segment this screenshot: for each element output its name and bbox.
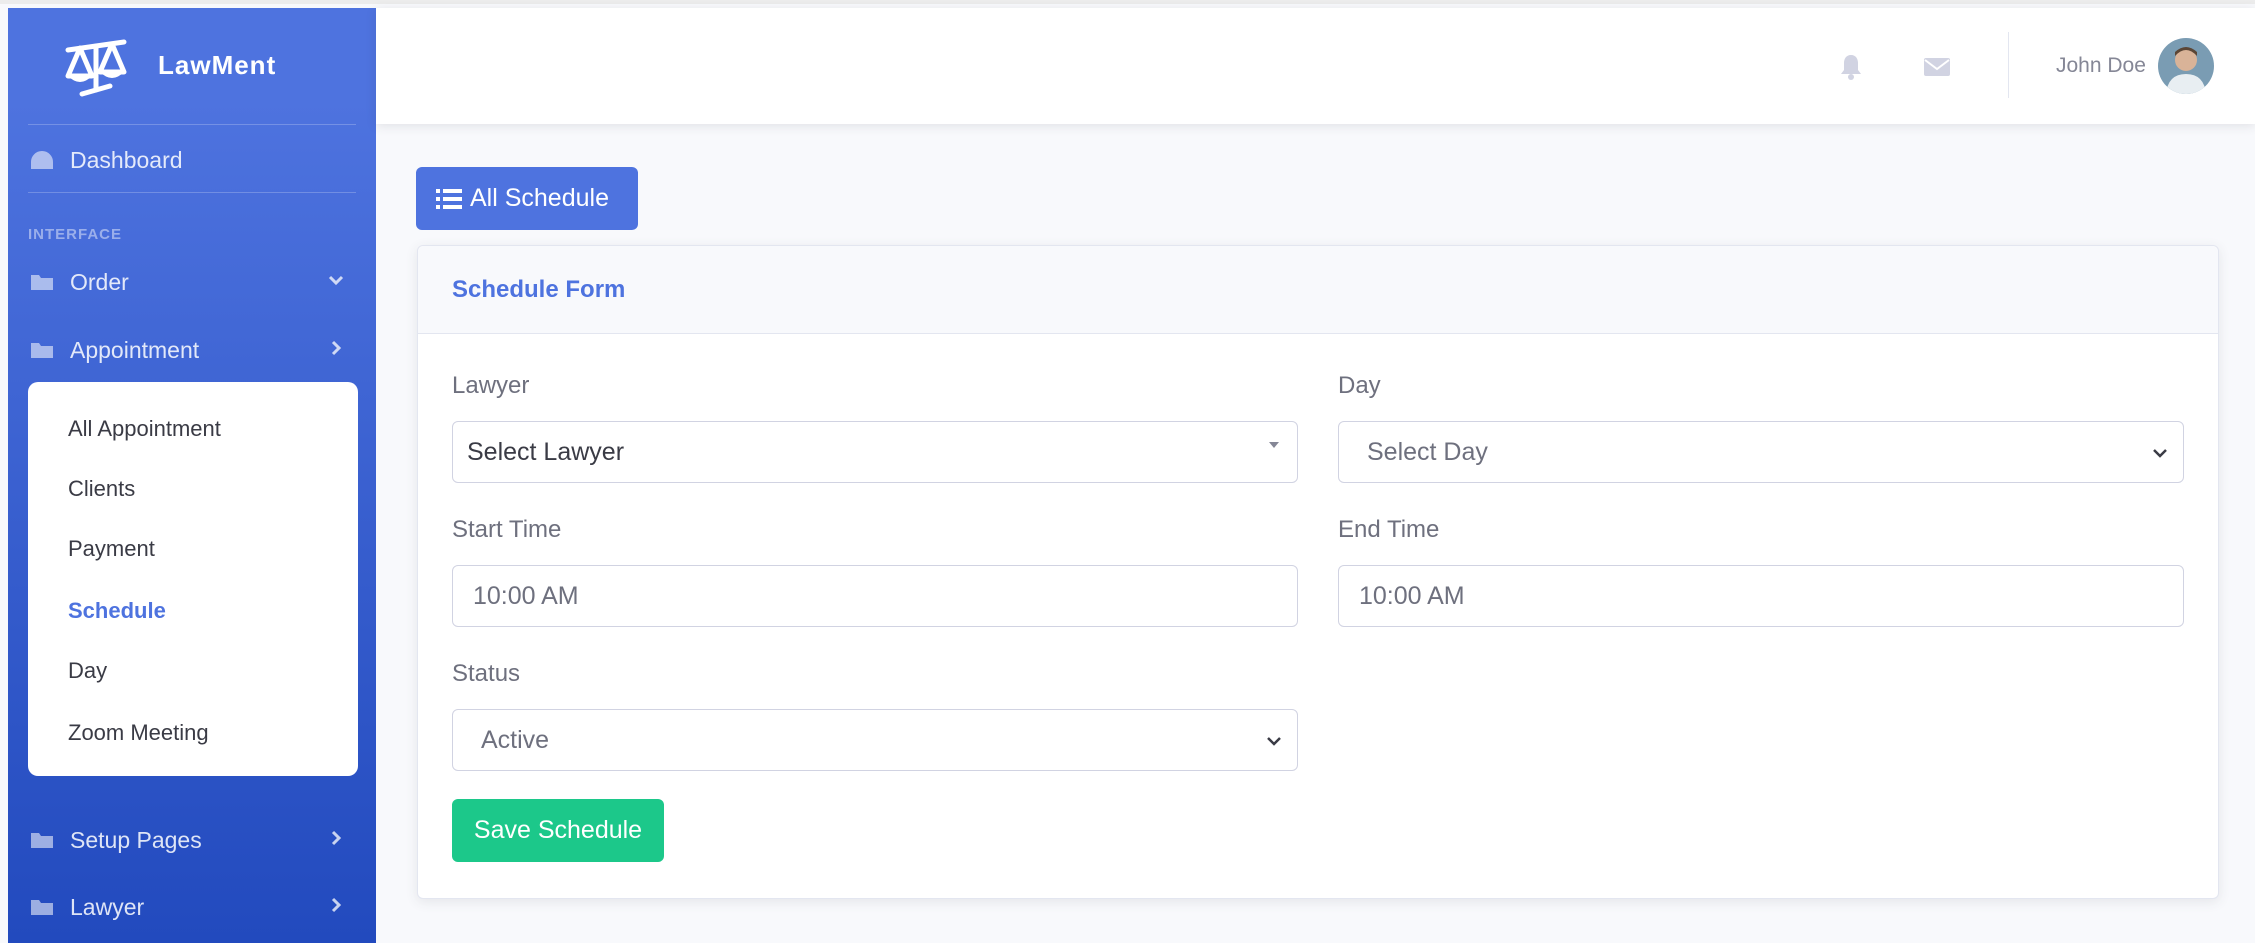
submenu-item-zoom-meeting[interactable]: Zoom Meeting [68,720,209,746]
brand-name: LawMent [158,50,277,80]
submenu-item-day[interactable]: Day [68,658,107,684]
submenu-item-payment[interactable]: Payment [68,536,155,562]
sidebar-heading: INTERFACE [28,226,123,243]
sidebar-item-appointment[interactable]: Appointment [28,328,356,372]
sidebar-brand[interactable]: LawMent [8,8,376,124]
status-select-value: Active [481,725,550,754]
submenu-item-clients[interactable]: Clients [68,476,135,502]
sidebar-item-lawyer[interactable]: Lawyer [28,885,356,929]
folder-icon [28,271,56,293]
sidebar-item-setup-pages[interactable]: Setup Pages [28,818,356,862]
topbar-divider [2008,32,2009,98]
day-select-value: Select Day [1367,437,1488,466]
caret-down-icon [1269,442,1279,448]
sidebar-item-label: Appointment [70,336,200,363]
sidebar-divider [28,124,356,125]
start-time-value: 10:00 AM [473,581,579,610]
all-schedule-button[interactable]: All Schedule [416,167,638,230]
end-time-input[interactable]: 10:00 AM [1338,565,2184,627]
chevron-down-icon [2153,449,2167,458]
all-schedule-label: All Schedule [470,184,609,212]
list-icon [436,188,462,209]
topbar: John Doe [376,8,2255,124]
sidebar: LawMent Dashboard INTERFACE Order Appoin… [8,8,376,943]
sidebar-divider [28,192,356,193]
folder-icon [28,339,56,361]
chevron-right-icon [331,830,342,846]
submenu-item-all-appointment[interactable]: All Appointment [68,416,221,442]
day-select[interactable]: Select Day [1338,421,2184,483]
scales-of-justice-icon [65,39,127,97]
save-schedule-button[interactable]: Save Schedule [452,799,664,862]
lawyer-select[interactable]: Select Lawyer [452,421,1298,483]
folder-icon [28,896,56,918]
submenu-item-schedule[interactable]: Schedule [68,598,166,624]
lawyer-label: Lawyer [452,372,530,399]
schedule-form-card: Schedule Form Lawyer Select Lawyer Day S… [417,245,2219,899]
sidebar-item-dashboard[interactable]: Dashboard [28,138,356,182]
app-frame: LawMent Dashboard INTERFACE Order Appoin… [0,0,2255,943]
chevron-right-icon [331,340,342,356]
end-time-label: End Time [1338,516,1440,543]
envelope-icon[interactable] [1922,52,1952,82]
tachometer-icon [28,149,56,171]
sidebar-item-order[interactable]: Order [28,260,356,304]
appointment-submenu: All Appointment Clients Payment Schedule… [28,382,358,776]
card-title: Schedule Form [452,276,626,303]
lawyer-select-value: Select Lawyer [467,437,625,466]
end-time-value: 10:00 AM [1359,581,1465,610]
sidebar-item-label: Dashboard [70,146,183,173]
chevron-down-icon [1267,737,1281,746]
sidebar-item-label: Lawyer [70,893,145,920]
status-label: Status [452,660,521,687]
card-header: Schedule Form [418,246,2218,334]
bell-icon[interactable] [1836,52,1866,82]
avatar[interactable] [2158,38,2214,94]
sidebar-item-label: Setup Pages [70,826,202,853]
start-time-label: Start Time [452,516,562,543]
status-select[interactable]: Active [452,709,1298,771]
chevron-right-icon [331,897,342,913]
sidebar-item-label: Order [70,268,129,295]
start-time-input[interactable]: 10:00 AM [452,565,1298,627]
user-name[interactable]: John Doe [2056,54,2146,78]
day-label: Day [1338,372,1381,399]
folder-icon [28,829,56,851]
chevron-down-icon [328,275,344,286]
